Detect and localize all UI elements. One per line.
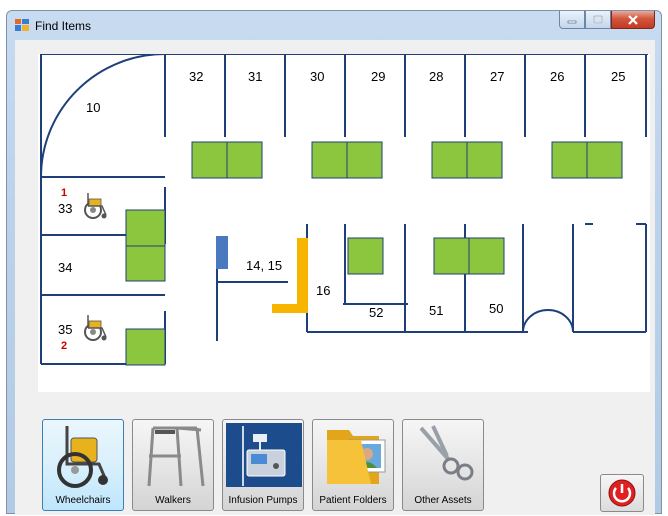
maximize-button[interactable] (585, 11, 611, 29)
bed-marker[interactable] (226, 141, 263, 179)
room-label-51: 51 (429, 303, 443, 318)
maximize-icon (593, 15, 603, 24)
exit-button[interactable] (600, 474, 644, 512)
close-button[interactable] (611, 11, 655, 29)
window-controls (559, 11, 655, 31)
other-assets-button[interactable]: Other Assets (402, 419, 484, 511)
title-bar[interactable]: Find Items (7, 11, 661, 39)
window-title: Find Items (35, 19, 92, 33)
blue-equipment-marker[interactable] (216, 236, 228, 269)
wheelchairs-button[interactable]: Wheelchairs (42, 419, 124, 511)
bed-marker[interactable] (468, 237, 505, 275)
client-area: 10 32 31 30 29 28 27 26 25 33 34 35 14, … (15, 40, 655, 515)
bed-marker[interactable] (347, 237, 384, 275)
room-label-31: 31 (248, 69, 262, 84)
orange-equipment-marker[interactable] (272, 238, 308, 313)
room-label-10: 10 (86, 100, 100, 115)
bed-marker[interactable] (311, 141, 348, 179)
close-icon (628, 14, 638, 25)
room-label-27: 27 (490, 69, 504, 84)
bed-marker[interactable] (125, 209, 166, 247)
room-label-26: 26 (550, 69, 564, 84)
room-label-50: 50 (489, 301, 503, 316)
wheelchairs-label: Wheelchairs (55, 495, 111, 506)
find-items-window: Find Items 10 32 31 30 29 28 27 26 25 33… (6, 10, 662, 515)
bed-marker[interactable] (191, 141, 228, 179)
bed-marker[interactable] (125, 328, 166, 366)
folder-icon (327, 430, 386, 484)
minimize-button[interactable] (559, 11, 585, 29)
walkers-button[interactable]: Walkers (132, 419, 214, 511)
infusion-pump-icon (226, 423, 302, 487)
bed-marker[interactable] (466, 141, 503, 179)
bed-marker[interactable] (125, 245, 166, 282)
room-label-25: 25 (611, 69, 625, 84)
patient-folders-label: Patient Folders (319, 495, 387, 506)
walkers-label: Walkers (155, 495, 191, 506)
walker-icon (147, 426, 205, 487)
room-label-52: 52 (369, 305, 383, 320)
room-label-16: 16 (316, 283, 330, 298)
room-label-29: 29 (371, 69, 385, 84)
item-count-room33: 1 (61, 187, 67, 199)
infusion-pumps-button[interactable]: Infusion Pumps (222, 419, 304, 511)
bed-marker[interactable] (551, 141, 588, 179)
scissors-icon (419, 425, 474, 481)
floor-plan-drawing: 10 32 31 30 29 28 27 26 25 33 34 35 14, … (40, 54, 648, 366)
room-label-28: 28 (429, 69, 443, 84)
minimize-icon (567, 20, 577, 23)
room-label-35: 35 (58, 322, 72, 337)
other-assets-label: Other Assets (414, 495, 472, 506)
room-label-33: 33 (58, 201, 72, 216)
infusion-pumps-label: Infusion Pumps (228, 495, 298, 506)
patient-folders-button[interactable]: Patient Folders (312, 419, 394, 511)
room-label-34: 34 (58, 260, 72, 275)
room-label-32: 32 (189, 69, 203, 84)
bed-marker[interactable] (586, 141, 623, 179)
bed-marker[interactable] (431, 141, 468, 179)
room-label-14-15: 14, 15 (246, 258, 282, 273)
wheelchair-icon[interactable] (84, 193, 107, 219)
wheelchair-icon (57, 426, 108, 488)
bed-marker[interactable] (433, 237, 470, 275)
power-icon (608, 479, 636, 507)
item-count-room35: 2 (61, 340, 67, 352)
wheelchair-icon[interactable] (84, 315, 107, 341)
room-label-30: 30 (310, 69, 324, 84)
floor-plan-map[interactable]: 10 32 31 30 29 28 27 26 25 33 34 35 14, … (38, 54, 650, 392)
app-icon (15, 19, 29, 31)
bed-marker[interactable] (346, 141, 383, 179)
